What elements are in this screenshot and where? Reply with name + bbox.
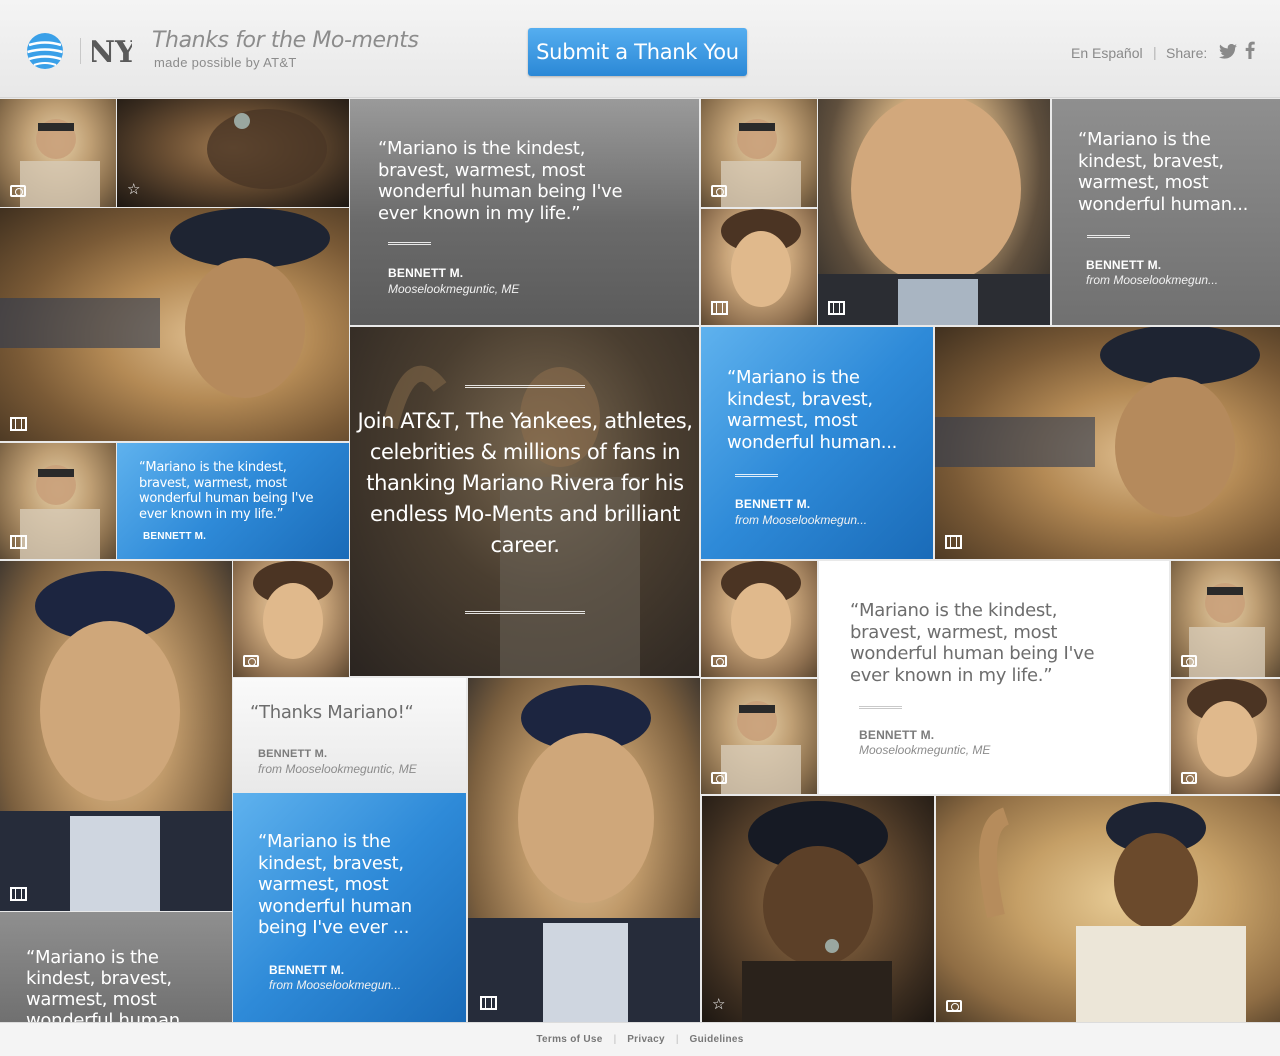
privacy-link[interactable]: Privacy [616,1034,676,1045]
film-icon [10,887,27,901]
submit-thank-you-button[interactable]: Submit a Thank You [528,28,747,76]
quote-text: “Thanks Mariano!“ [250,702,414,723]
photo-tile[interactable] [1171,679,1280,794]
film-icon [828,301,845,315]
quote-tile[interactable]: “Mariano is the kindest, bravest, warmes… [701,327,933,559]
guidelines-link[interactable]: Guidelines [679,1034,755,1045]
photo-tile[interactable] [935,327,1280,559]
terms-of-use-link[interactable]: Terms of Use [525,1034,613,1045]
photo-tile[interactable]: ☆ [702,796,934,1022]
star-icon: ☆ [712,996,726,1013]
quote-tile[interactable]: “Mariano is the kindest, bravest, warmes… [1052,99,1280,325]
film-icon [10,417,27,431]
star-icon: ☆ [127,181,141,198]
quote-text: “Mariano is the kindest, bravest, warmes… [26,947,180,1022]
facebook-icon[interactable] [1245,41,1255,59]
camera-icon [10,185,26,197]
camera-icon [711,772,727,784]
quote-location: from Mooselookmegun... [269,978,402,992]
svg-text:NY: NY [92,35,132,70]
quote-location: from Mooselookmegun... [735,513,868,527]
quote-tile[interactable]: “Mariano is the kindest, bravest, warmes… [233,793,466,1022]
photo-tile[interactable] [233,561,349,677]
logo-divider [80,38,81,64]
quote-text: “Mariano is the kindest, bravest, warmes… [850,600,1095,686]
yankees-logo-icon[interactable]: NY [92,30,132,70]
film-icon [945,535,962,549]
divider [735,474,778,477]
divider [388,242,431,245]
quote-location: Mooselookmeguntic, ME [388,282,520,296]
film-icon [480,996,497,1010]
camera-icon [243,655,259,667]
camera-icon [946,1000,962,1012]
quote-author: BENNETT M. [143,531,207,542]
subline: made possible by AT&T [154,55,297,70]
divider [465,385,585,388]
photo-tile[interactable] [0,561,232,911]
photo-tile[interactable] [1171,561,1280,677]
quote-author: BENNETT M. [1086,258,1162,272]
quote-author: BENNETT M. [388,266,464,280]
quote-text: “Mariano is the kindest, bravest, warmes… [727,367,898,453]
photo-tile[interactable] [0,99,116,207]
film-icon [10,535,27,549]
share-label: Share: [1166,45,1208,61]
site-header: NY Thanks for the Mo-ments made possible… [0,0,1280,98]
divider [1087,235,1130,238]
quote-tile[interactable]: “Mariano is the kindest, bravest, warmes… [819,561,1169,794]
tagline: Thanks for the Mo-ments [152,28,419,53]
quote-tile[interactable]: “Mariano is the kindest, bravest, warmes… [117,443,349,559]
photo-tile[interactable] [701,561,817,677]
quote-author: BENNETT M. [258,748,328,760]
quote-tile[interactable]: “Mariano is the kindest, bravest, warmes… [0,912,232,1022]
camera-icon [711,185,727,197]
header-separator: | [1153,44,1157,60]
quote-location: from Mooselookmeguntic, ME [258,762,417,776]
twitter-icon[interactable] [1219,44,1237,59]
quote-author: BENNETT M. [735,497,811,511]
quote-text: “Mariano is the kindest, bravest, warmes… [258,831,412,938]
photo-tile[interactable] [0,208,349,441]
photo-tile[interactable] [701,209,817,325]
quote-author: BENNETT M. [269,963,345,977]
quote-tile[interactable]: “Mariano is the kindest, bravest, warmes… [350,99,699,325]
photo-tile[interactable] [818,99,1050,325]
language-link[interactable]: En Español [1071,45,1143,61]
photo-tile[interactable] [936,796,1280,1022]
quote-location: Mooselookmeguntic, ME [859,743,991,757]
promo-text: Join AT&T, The Yankees, athletes, celebr… [357,409,693,557]
divider [465,611,585,614]
camera-icon [1181,772,1197,784]
site-footer: Terms of Use | Privacy | Guidelines [0,1022,1280,1056]
photo-tile[interactable] [0,443,116,559]
camera-icon [711,655,727,667]
quote-tile[interactable]: “Thanks Mariano!“ BENNETT M. from Moosel… [233,678,466,791]
quote-location: from Mooselookmegun... [1086,273,1219,287]
quote-text: “Mariano is the kindest, bravest, warmes… [139,460,314,522]
film-icon [711,301,728,315]
quote-text: “Mariano is the kindest, bravest, warmes… [1078,129,1249,215]
divider [859,706,902,709]
photo-tile[interactable]: ☆ [117,99,349,207]
photo-tile[interactable] [701,99,817,207]
photo-tile[interactable] [701,679,817,794]
att-logo-icon[interactable] [26,32,64,70]
quote-author: BENNETT M. [859,728,935,742]
photo-tile[interactable] [468,678,700,1022]
camera-icon [1181,655,1197,667]
quote-text: “Mariano is the kindest, bravest, warmes… [378,138,623,224]
